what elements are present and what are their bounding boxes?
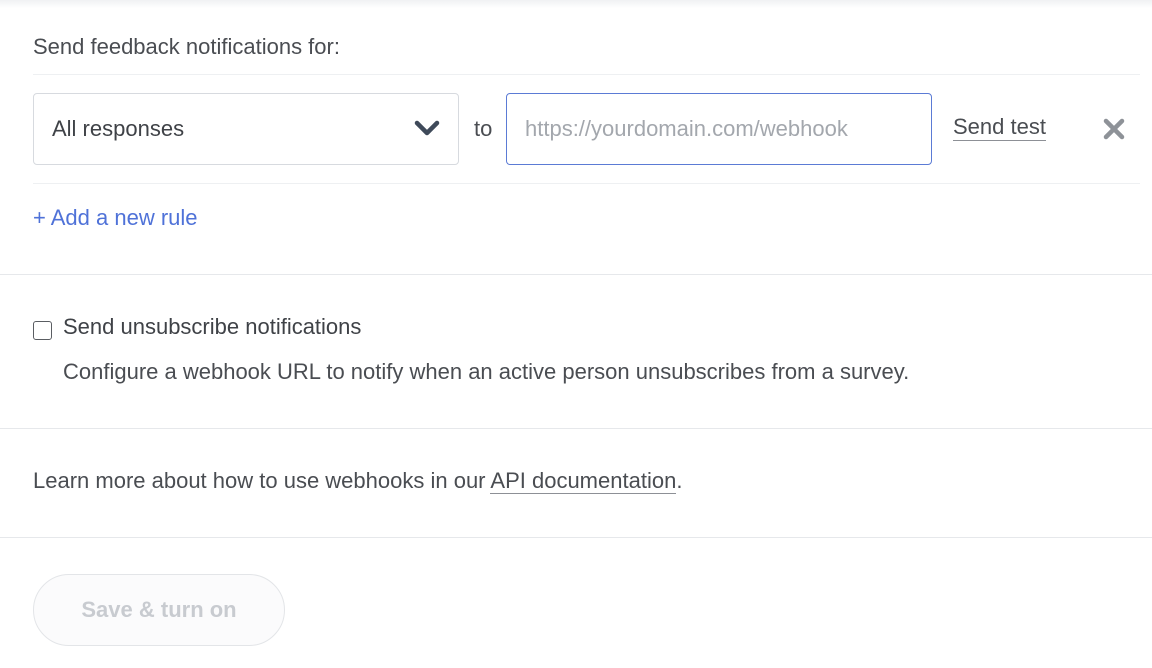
unsubscribe-title: Send unsubscribe notifications [63,314,362,339]
rule-divider-top [33,74,1140,75]
webhook-url-input[interactable] [506,93,932,165]
section-divider [0,274,1152,275]
learn-more-suffix: . [676,468,683,493]
section-divider [0,428,1152,429]
to-label: to [474,116,493,141]
top-shadow [0,0,1152,8]
close-icon[interactable] [1102,117,1126,141]
add-rule-link[interactable]: + Add a new rule [33,205,198,231]
save-turn-on-button[interactable]: Save & turn on [33,574,285,646]
response-filter-select[interactable]: All responses [33,93,459,165]
learn-more-prefix: Learn more about how to use webhooks in … [33,468,491,493]
chevron-down-icon [414,120,440,136]
send-test-link[interactable]: Send test [953,114,1046,141]
rule-divider-bottom [33,183,1140,184]
section-divider [0,537,1152,538]
unsubscribe-checkbox[interactable] [33,321,52,340]
learn-more-text: Learn more about how to use webhooks in … [33,468,682,494]
unsubscribe-description: Configure a webhook URL to notify when a… [63,359,910,384]
feedback-section-title: Send feedback notifications for: [33,34,340,59]
api-documentation-link[interactable]: API documentation [490,468,677,494]
response-filter-value: All responses [52,116,185,141]
webhook-settings-page: Send feedback notifications for: All res… [0,0,1152,668]
